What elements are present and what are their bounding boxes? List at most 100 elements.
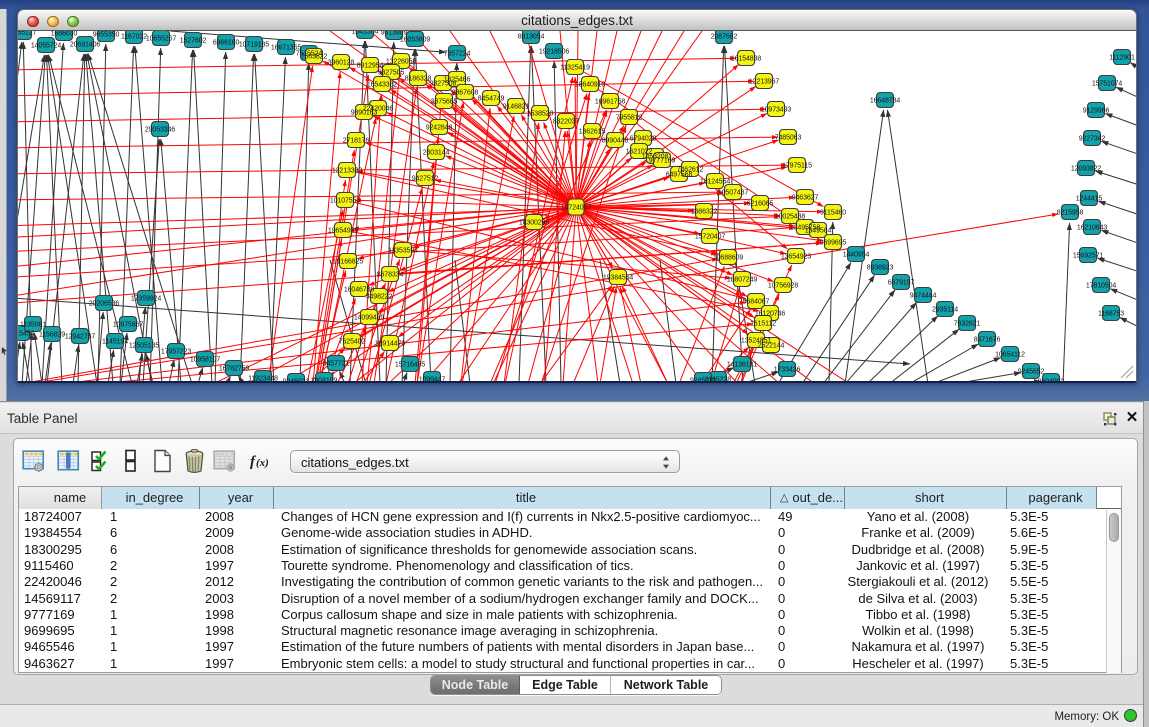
cell-pagerank[interactable]: 5.3E-5 xyxy=(1010,639,1097,655)
new-column-icon-part-part[interactable] xyxy=(165,451,170,456)
tab-edge-table[interactable]: Edge Table xyxy=(520,676,611,695)
cell-year[interactable]: 1998 xyxy=(205,623,274,639)
cell-short[interactable]: de Silva et al. (2003) xyxy=(845,591,991,607)
cell-short[interactable]: Jankovic et al. (1997) xyxy=(845,558,991,574)
table-row[interactable]: 2242004622012Investigating the contribut… xyxy=(19,574,1121,590)
graph-edge[interactable] xyxy=(932,358,1001,383)
cell-name[interactable]: 19384554 xyxy=(24,525,102,541)
graph-edge[interactable] xyxy=(178,50,193,383)
cell-title[interactable]: Changes of HCN gene expression and I(f) … xyxy=(281,509,771,525)
graph-edge[interactable] xyxy=(1130,63,1137,80)
vertical-cells-icon-part-part[interactable] xyxy=(126,451,135,461)
tab-network-table[interactable]: Network Table xyxy=(611,676,721,695)
cell-in_degree[interactable]: 6 xyxy=(110,525,200,541)
cell-year[interactable]: 2003 xyxy=(205,591,274,607)
network-window-titlebar[interactable]: citations_edges.txt xyxy=(17,9,1137,31)
network-canvas[interactable]: 2055127140557241686030206914069655350116… xyxy=(17,31,1137,383)
scrollbar-thumb[interactable] xyxy=(1109,513,1119,542)
cell-name[interactable]: 18724007 xyxy=(24,509,102,525)
cell-name[interactable]: 9463627 xyxy=(24,656,102,672)
cell-title[interactable]: Structural magnetic resonance image aver… xyxy=(281,623,771,639)
select-columns-icon[interactable] xyxy=(57,448,81,474)
cell-in_degree[interactable]: 1 xyxy=(110,509,200,525)
function-builder-icon-part-part[interactable]: (x) xyxy=(256,457,269,469)
graph-edge[interactable] xyxy=(34,333,42,383)
cell-year[interactable]: 2012 xyxy=(205,574,274,590)
cell-in_degree[interactable]: 2 xyxy=(110,574,200,590)
cell-out_degree[interactable]: 0 xyxy=(778,542,845,558)
cell-out_degree[interactable]: 0 xyxy=(778,574,845,590)
cell-year[interactable]: 2009 xyxy=(205,525,274,541)
graph-edge[interactable] xyxy=(1101,141,1137,160)
cell-year[interactable]: 1998 xyxy=(205,607,274,623)
table-vertical-scrollbar[interactable] xyxy=(1106,510,1121,673)
cell-year[interactable]: 2008 xyxy=(205,509,274,525)
graph-edge[interactable] xyxy=(1063,223,1070,383)
cell-title[interactable]: Corpus callosum shape and size in male p… xyxy=(281,607,771,623)
cell-pagerank[interactable]: 5.3E-5 xyxy=(1010,607,1097,623)
select-columns-icon-part[interactable] xyxy=(57,448,81,474)
cell-year[interactable]: 2008 xyxy=(205,542,274,558)
cell-out_degree[interactable]: 0 xyxy=(778,558,845,574)
table-settings-icon-part-part[interactable] xyxy=(25,453,29,455)
cell-year[interactable]: 1997 xyxy=(205,558,274,574)
graph-edge[interactable] xyxy=(17,342,20,383)
delete-column-icon-part[interactable] xyxy=(183,448,207,474)
cell-in_degree[interactable]: 1 xyxy=(110,607,200,623)
select-columns-icon-part-part[interactable] xyxy=(66,452,71,468)
graph-edge[interactable] xyxy=(270,57,286,383)
table-row[interactable]: 946362711997Embryonic stem cells: a mode… xyxy=(19,656,1121,672)
column-header-name[interactable]: name xyxy=(19,487,102,509)
cell-title[interactable]: Estimation of the future numbers of pati… xyxy=(281,639,771,655)
cell-pagerank[interactable]: 5.3E-5 xyxy=(1010,623,1097,639)
column-header-pagerank[interactable]: pagerank xyxy=(1007,487,1097,509)
graph-edge[interactable] xyxy=(909,344,978,383)
cell-short[interactable]: Tibbo et al. (1998) xyxy=(845,607,991,623)
column-header-short[interactable]: short xyxy=(845,487,1007,509)
table-row[interactable]: 18724007 1 2008 Changes of HCN gene express… xyxy=(19,509,1121,525)
graph-edge[interactable] xyxy=(1096,171,1138,190)
graph-edge[interactable] xyxy=(194,50,212,383)
delete-column-icon-part-part[interactable] xyxy=(192,450,198,453)
graph-edge[interactable] xyxy=(1110,289,1137,307)
graph-edge[interactable] xyxy=(1099,201,1138,220)
cell-short[interactable]: Nakamura et al. (1997) xyxy=(845,639,991,655)
cell-short[interactable]: Dudbridge et al. (2008) xyxy=(845,542,991,558)
graph-edge[interactable] xyxy=(1116,87,1137,105)
graph-edge[interactable] xyxy=(120,46,134,383)
graph-edge[interactable] xyxy=(973,381,1041,383)
select-functions-icon[interactable] xyxy=(90,448,114,474)
cell-in_degree[interactable]: 1 xyxy=(110,639,200,655)
table-row[interactable]: 1456911722003Disruption of a novel membe… xyxy=(19,591,1121,607)
network-table-select[interactable]: citations_edges.txt xyxy=(290,450,680,473)
table-settings-icon-part-part-part[interactable] xyxy=(37,466,40,469)
cell-out_degree[interactable]: 0 xyxy=(778,525,845,541)
cell-pagerank[interactable]: 5.6E-5 xyxy=(1010,525,1097,541)
cell-short[interactable]: Hescheler et al. (1997) xyxy=(845,656,991,672)
graph-edge[interactable] xyxy=(386,42,394,383)
cell-year[interactable]: 1997 xyxy=(205,656,274,672)
float-window-icon[interactable] xyxy=(1103,412,1117,426)
table-row[interactable]: 946554611997Estimation of the future num… xyxy=(19,639,1121,655)
graph-edge[interactable] xyxy=(215,52,226,383)
cell-name[interactable]: 9699695 xyxy=(24,623,102,639)
cell-title[interactable]: Investigating the contribution of common… xyxy=(281,574,771,590)
tab-node-table[interactable]: Node Table xyxy=(431,676,520,695)
new-column-icon[interactable] xyxy=(151,448,175,474)
table-settings-icon-part[interactable] xyxy=(22,448,46,474)
cell-pagerank[interactable]: 5.3E-5 xyxy=(1010,558,1097,574)
table-row[interactable]: 977716911998Corpus callosum shape and si… xyxy=(19,607,1121,623)
cell-title[interactable]: Genome-wide association studies in ADHD. xyxy=(281,525,771,541)
cell-in_degree[interactable]: 1 xyxy=(110,656,200,672)
vertical-cells-icon[interactable] xyxy=(119,448,143,474)
graph-edge[interactable] xyxy=(1101,230,1137,249)
cell-year[interactable]: 1997 xyxy=(205,639,274,655)
cell-name[interactable]: 9115460 xyxy=(24,558,102,574)
graph-edge[interactable] xyxy=(300,63,309,383)
cell-title[interactable]: Estimation of significance thresholds fo… xyxy=(281,542,771,558)
select-functions-icon-part[interactable] xyxy=(90,448,114,474)
graph-edge[interactable] xyxy=(150,48,161,383)
graph-edge[interactable] xyxy=(1105,114,1137,133)
table-row[interactable]: 19384554 6 2009 Genome-wide association stu… xyxy=(19,525,1121,541)
column-header-out_degree[interactable]: △out_de... xyxy=(771,487,845,509)
